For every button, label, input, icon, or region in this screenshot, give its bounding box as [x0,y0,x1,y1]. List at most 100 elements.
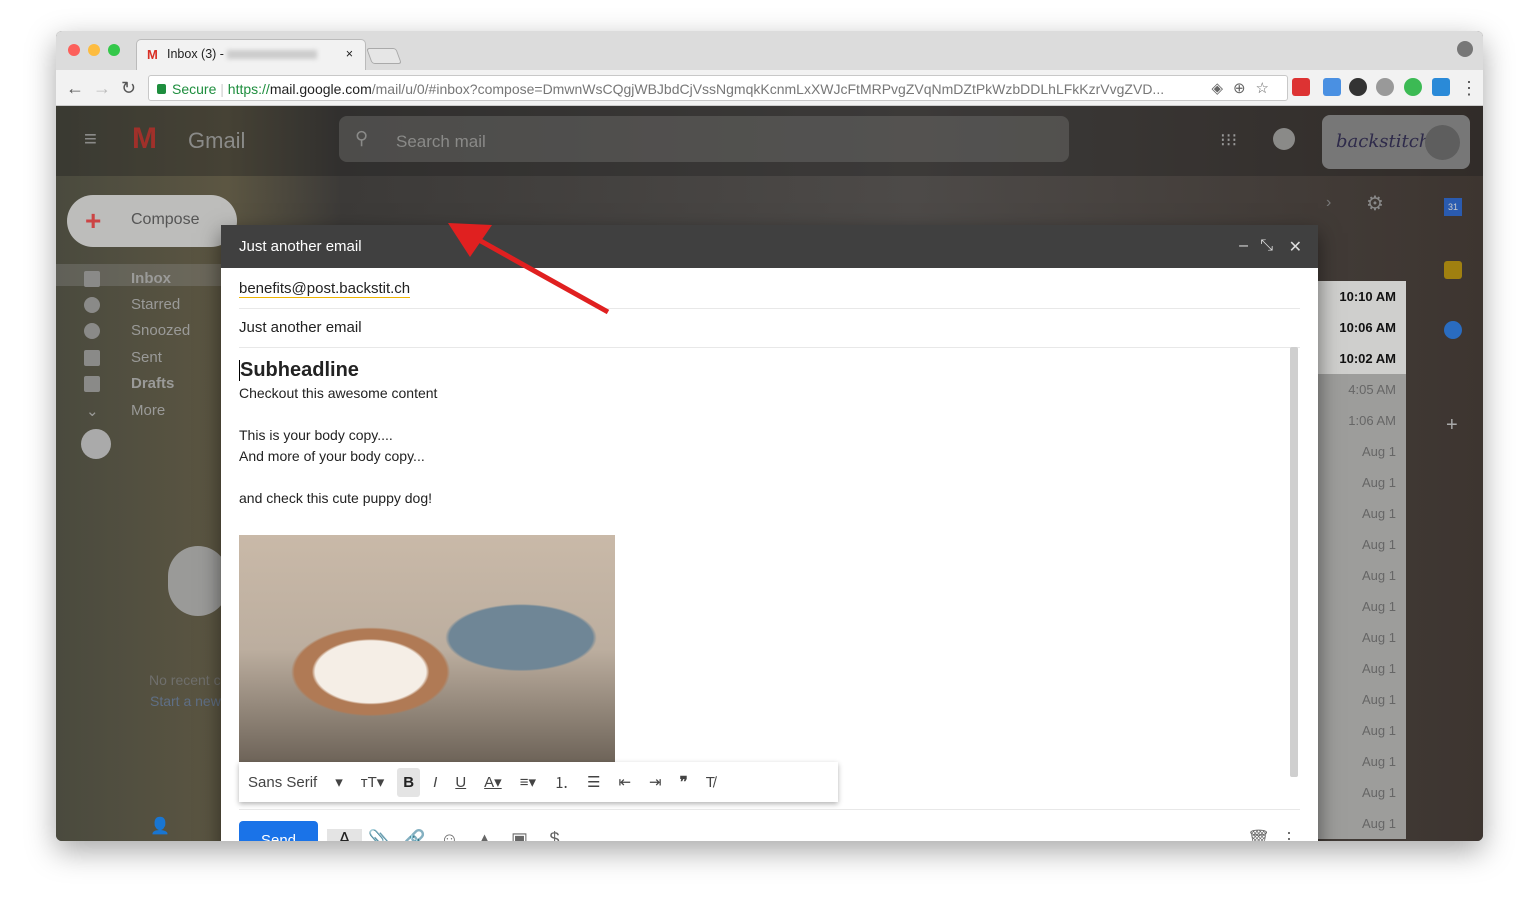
user-avatar[interactable] [81,429,111,459]
contacts-icon[interactable]: 👤 [150,816,170,836]
sidebar: + Compose Inbox Starred Snoozed Sent Draf… [56,176,245,841]
more-options-icon[interactable]: ⋮ [1280,829,1298,841]
scrollbar[interactable] [1290,347,1298,777]
dropdown-icon[interactable]: ▾ [335,773,343,791]
maximize-window-button[interactable] [108,44,120,56]
send-icon [84,350,100,366]
eyedropper-extension-icon[interactable] [1323,78,1341,96]
underline-icon[interactable]: U [455,774,466,791]
search-extension-icon[interactable] [1349,78,1367,96]
zoom-bookmark-icons[interactable]: ◈⊕☆ [1211,79,1279,97]
email-time: Aug 1 [1318,498,1406,529]
sidebar-item-more[interactable]: More [131,402,165,419]
email-time: Aug 1 [1318,560,1406,591]
new-tab-button[interactable] [366,48,402,64]
sidebar-item-drafts[interactable]: Drafts [131,375,174,392]
email-time: Aug 1 [1318,684,1406,715]
photo-icon[interactable]: ▣ [502,829,537,841]
font-select[interactable]: Sans Serif [248,774,317,791]
profile-icon[interactable] [1457,41,1473,57]
recipient-chip[interactable]: benefits@post.backstit.ch [239,280,411,298]
body-line: Checkout this awesome content [239,385,438,401]
extension-icon[interactable] [1292,78,1310,96]
numbered-list-icon[interactable]: ⒈ [554,772,569,793]
search-input[interactable]: Search mail [396,132,486,152]
plus-icon: + [85,205,102,236]
settings-gear-icon[interactable]: ⚙ [1366,191,1384,216]
subject-field[interactable]: Just another email [239,319,1300,348]
compose-dialog: Just another email – ⤡ ✕ benefits@post.b… [221,225,1318,841]
money-icon[interactable]: $ [537,829,572,841]
sidebar-item-starred[interactable]: Starred [131,296,180,313]
sidebar-item-inbox[interactable]: Inbox [131,270,171,287]
play-extension-icon[interactable] [1404,78,1422,96]
url-input[interactable]: Secure | https://mail.google.com/mail/u/… [148,75,1288,101]
add-addon-icon[interactable]: + [1446,414,1458,437]
calendar-icon[interactable]: 31 [1444,198,1462,216]
text-color-icon[interactable]: A▾ [484,773,502,791]
menu-icon[interactable]: ⋮ [1460,78,1478,99]
backstitch-account-button[interactable]: backstitch [1322,115,1470,169]
attach-icon[interactable]: 📎 [362,829,397,841]
emoji-icon[interactable]: ☺ [432,829,467,841]
email-time: Aug 1 [1318,591,1406,622]
url-path: /mail/u/0/#inbox?compose=DmwnWsCQgjWBJbd… [371,81,1165,97]
reload-icon[interactable]: ↻ [121,78,136,99]
email-time: Aug 1 [1318,746,1406,777]
formatting-toolbar: Sans Serif ▾ ᴛT▾ B I U A▾ ≡▾ ⒈ ☰ ⇤ ⇥ ❞ T̸ [239,762,838,802]
apps-grid-icon[interactable]: ⁝⁝⁝ [1220,130,1237,151]
email-time: Aug 1 [1318,622,1406,653]
close-icon[interactable]: ✕ [1289,237,1302,257]
star-icon [84,297,100,313]
drive-icon[interactable]: ▲ [467,829,502,841]
browser-window: M Inbox (3) - × ← → ↻ Secure | https://ma… [56,31,1483,841]
search-box[interactable]: ⚲ Search mail [339,116,1069,162]
minimize-window-button[interactable] [88,44,100,56]
compose-button[interactable]: + Compose [67,195,237,247]
gmail-favicon-icon: M [147,47,158,62]
avatar[interactable] [1425,125,1460,160]
tasks-icon[interactable] [1444,321,1462,339]
gear-extension-icon[interactable] [1376,78,1394,96]
notifications-bell-icon[interactable] [1273,128,1295,150]
email-time: 1:06 AM [1318,405,1406,436]
red-arrow-annotation [448,223,610,315]
keep-icon[interactable] [1444,261,1462,279]
backstitch-logo: backstitch [1336,131,1431,152]
close-tab-icon[interactable]: × [346,47,353,61]
italic-icon[interactable]: I [433,774,437,791]
puppy-image[interactable] [239,535,615,763]
send-button[interactable]: Send [239,821,318,841]
text-size-icon[interactable]: ᴛT▾ [361,773,385,791]
to-field[interactable]: benefits@post.backstit.ch [239,280,1300,309]
email-time: Aug 1 [1318,653,1406,684]
main-menu-icon[interactable]: ≡ [84,126,97,152]
message-body[interactable]: Subheadline Checkout this awesome conten… [239,360,437,509]
sidebar-item-sent[interactable]: Sent [131,349,162,366]
quote-icon[interactable]: ❞ [680,773,688,791]
sidebar-item-snoozed[interactable]: Snoozed [131,322,190,339]
forward-icon[interactable]: → [93,78,111,99]
zip-extension-icon[interactable] [1432,78,1450,96]
indent-less-icon[interactable]: ⇤ [618,773,631,791]
close-window-button[interactable] [68,44,80,56]
email-time: Aug 1 [1318,715,1406,746]
exit-fullscreen-icon[interactable]: ⤡ [1260,237,1273,255]
chevron-right-icon[interactable]: › [1326,194,1331,212]
start-new-link[interactable]: Start a new [150,693,221,709]
bold-icon[interactable]: B [397,767,421,797]
remove-formatting-icon[interactable]: T̸ [706,774,715,791]
body-line: This is your body copy.... [239,427,393,443]
minimize-icon[interactable]: – [1239,237,1248,255]
align-icon[interactable]: ≡▾ [520,773,536,791]
url-scheme: https:// [227,81,270,97]
bulleted-list-icon[interactable]: ☰ [587,773,600,791]
link-icon[interactable]: 🔗 [397,829,432,841]
indent-more-icon[interactable]: ⇥ [649,773,662,791]
trash-icon[interactable]: 🗑 [1247,829,1270,841]
gmail-logo-text: Gmail [188,128,246,153]
formatting-options-icon[interactable]: A [327,829,362,841]
tab-inbox[interactable]: M Inbox (3) - × [136,39,366,70]
lock-icon [157,84,166,94]
back-icon[interactable]: ← [66,78,84,99]
